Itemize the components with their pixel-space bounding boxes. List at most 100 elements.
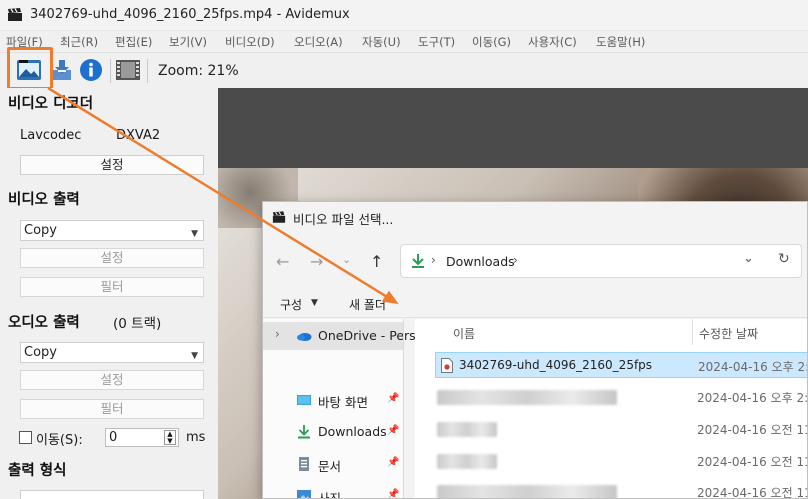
file-row[interactable]: 2024-04-16 오후 2: [435,384,808,410]
file-list: 이름 수정한 날짜 3402769-uhd_4096_2160_25fps 20… [415,319,808,499]
onedrive-icon [297,333,312,341]
save-download-icon [53,60,71,80]
nav-item-onedrive[interactable]: › OneDrive - Pers [263,322,416,350]
menu-view[interactable]: 보기(V) [169,34,207,50]
shift-value: 0 [109,430,118,445]
address-bar[interactable]: › Downloads › ⌄ ↻ [400,244,802,278]
file-modified-date: 2024-04-16 오전 11 [697,455,808,469]
pictures-icon [297,490,311,498]
video-codec-value: Copy [24,223,57,238]
breadcrumb-separator-icon: › [431,253,436,267]
back-arrow-icon[interactable]: ← [276,252,289,271]
properties-button[interactable] [114,56,142,84]
video-codec-select[interactable]: Copy ▼ [20,220,204,241]
nav-item-label: 바탕 화면 [318,395,368,410]
video-settings-button[interactable]: 설정 [20,248,204,268]
menu-bar: 파일(F) 최근(R) 편집(E) 보기(V) 비디오(D) 오디오(A) 자동… [0,31,808,52]
left-panel: 비디오 디코더 Lavcodec DXVA2 설정 비디오 출력 Copy ▼ … [0,88,218,499]
download-icon [412,254,424,268]
video-file-icon [441,358,453,373]
audio-filter-button[interactable]: 필터 [20,399,204,419]
breadcrumb-downloads[interactable]: Downloads [446,254,515,269]
blurred-file-name [437,422,497,437]
dialog-navigation-bar: ← → ⌄ ↑ › Downloads › ⌄ ↻ [263,234,807,290]
file-row[interactable]: 2024-04-16 오전 11 [435,448,808,474]
video-filter-button[interactable]: 필터 [20,277,204,297]
menu-tools[interactable]: 도구(T) [418,34,455,50]
output-format-select[interactable] [20,490,204,499]
menu-custom[interactable]: 사용자(C) [528,34,577,50]
toolbar: Zoom: 21% [0,52,808,88]
organize-button[interactable]: 구성 [280,296,302,313]
info-button[interactable] [77,56,105,84]
nav-item-downloads[interactable]: Downloads 📌 [263,418,403,446]
file-modified-date: 2024-04-16 오후 2: [698,360,808,374]
decoder-settings-button[interactable]: 설정 [20,155,204,175]
breadcrumb-separator-icon: › [513,253,518,267]
nav-item-label: 문서 [318,459,342,474]
clapperboard-icon [272,211,286,223]
menu-edit[interactable]: 편집(E) [115,34,152,50]
menu-recent[interactable]: 최근(R) [60,34,98,50]
pin-icon: 📌 [387,425,400,436]
audio-output-title: 오디오 출력 [8,315,80,331]
highlight-box [7,47,53,90]
film-strip-icon [116,60,140,80]
column-header-name[interactable]: 이름 [453,325,475,342]
file-modified-date: 2024-04-16 오후 2: [697,391,808,405]
file-modified-date: 2024-04-16 오전 11 [697,486,808,499]
chevron-down-icon: ▼ [191,351,198,361]
audio-settings-button[interactable]: 설정 [20,370,204,390]
audio-track-count: (0 트랙) [113,316,162,332]
pane-divider[interactable] [403,319,404,498]
shift-label: 이동(S): [36,433,83,448]
toolbar-separator [147,59,148,83]
menu-go[interactable]: 이동(G) [472,34,511,50]
shift-checkbox[interactable] [19,431,32,444]
column-header-modified[interactable]: 수정한 날짜 [699,325,758,342]
info-icon [80,59,102,81]
menu-video[interactable]: 비디오(D) [225,34,275,50]
recent-chevron-icon[interactable]: ⌄ [342,253,351,266]
dialog-title: 비디오 파일 선택... [293,212,394,227]
desktop-icon [297,395,311,405]
clapperboard-icon [8,8,22,21]
new-folder-button[interactable]: 새 폴더 [349,296,386,313]
menu-help[interactable]: 도움말(H) [596,34,645,50]
menu-auto[interactable]: 자동(U) [362,34,401,50]
blurred-file-name [437,454,497,469]
file-open-dialog: 비디오 파일 선택... ← → ⌄ ↑ › Downloads › ⌄ ↻ 구… [262,201,808,499]
zoom-level: Zoom: 21% [158,63,239,79]
nav-item-label: OneDrive - Pers [318,328,416,343]
nav-item-desktop[interactable]: 바탕 화면 📌 [263,386,403,414]
nav-item-pictures[interactable]: 사진 📌 [263,482,403,499]
forward-arrow-icon[interactable]: → [310,252,323,271]
pin-icon: 📌 [387,457,400,468]
file-row[interactable]: 2024-04-16 오전 11 [435,479,808,499]
chevron-down-icon: ▼ [311,298,318,308]
up-arrow-icon[interactable]: ↑ [370,252,383,271]
pin-icon: 📌 [387,393,400,404]
spin-arrows-icon[interactable]: ▲ ▼ [164,430,176,445]
file-row[interactable]: 3402769-uhd_4096_2160_25fps 2024-04-16 오… [435,352,808,378]
audio-codec-select[interactable]: Copy ▼ [20,342,204,363]
column-separator[interactable] [692,319,693,345]
refresh-icon[interactable]: ↻ [778,251,790,267]
download-icon [298,425,310,439]
file-name: 3402769-uhd_4096_2160_25fps [459,358,653,372]
video-decoder-title: 비디오 디코더 [8,96,94,112]
address-dropdown-icon[interactable]: ⌄ [743,251,754,266]
nav-item-documents[interactable]: 문서 📌 [263,450,403,478]
file-row[interactable]: 2024-04-16 오전 11 [435,416,807,442]
expand-chevron-icon[interactable]: › [275,327,280,341]
decoder-name: Lavcodec [20,128,82,143]
pin-icon: 📌 [387,489,400,499]
toolbar-separator [110,59,111,83]
document-icon [299,457,309,471]
dialog-command-bar: 구성 ▼ 새 폴더 [263,290,807,318]
navigation-pane: › OneDrive - Pers 바탕 화면 📌 Downloads 📌 문서… [263,319,416,499]
menu-audio[interactable]: 오디오(A) [294,34,343,50]
audio-codec-value: Copy [24,345,57,360]
shift-spinbox[interactable]: 0 ▲ ▼ [105,428,179,447]
nav-item-label: 사진 [318,491,342,499]
